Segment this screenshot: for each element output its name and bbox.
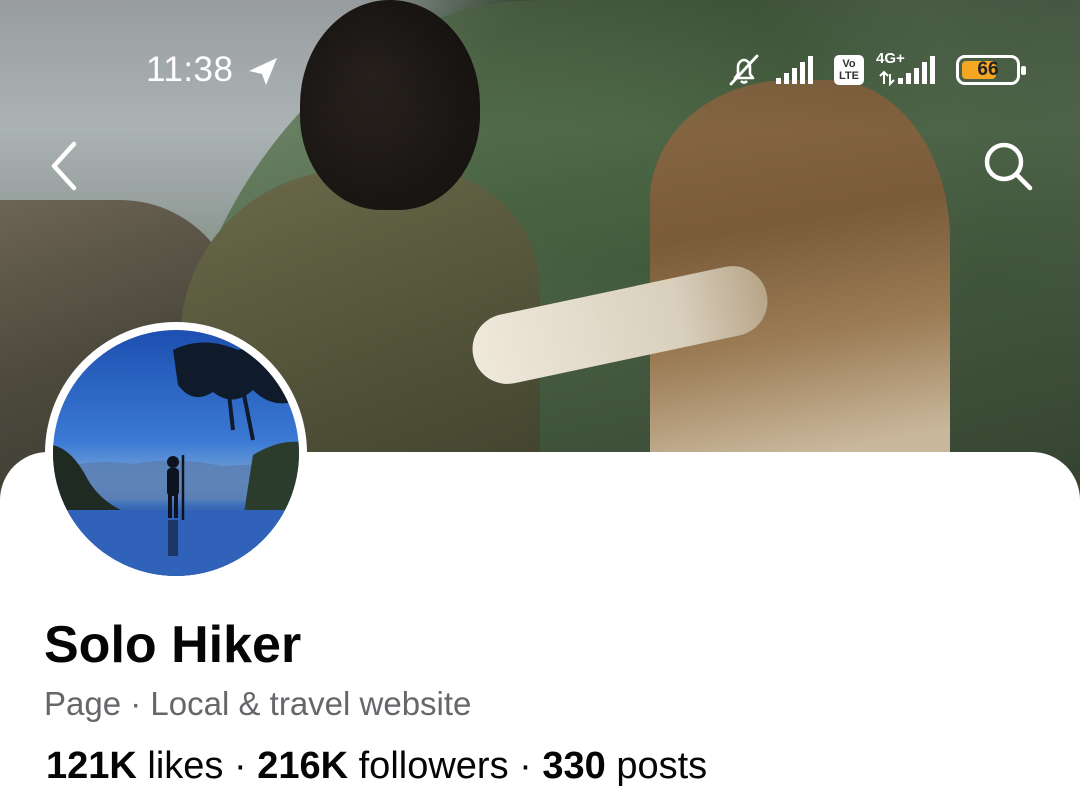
page-category: Page · Local & travel website (44, 685, 471, 723)
volte-top-label: Vo (842, 58, 856, 70)
avatar-scene (53, 342, 299, 576)
posts-count: 330 (542, 745, 606, 787)
likes-label: likes (147, 745, 224, 787)
signal-bars-icon (879, 56, 935, 87)
status-icons: Vo LTE 4G+ 66 (726, 48, 1026, 92)
likes-count: 121K (46, 745, 137, 787)
search-icon[interactable] (980, 138, 1036, 194)
category-label[interactable]: Local & travel website (150, 685, 471, 722)
status-time: 11:38 (146, 50, 234, 89)
network-indicator: 4G+ (876, 50, 944, 88)
stat-separator: · (234, 745, 247, 787)
volte-bottom-label: LTE (839, 70, 859, 82)
posts-label: posts (616, 745, 708, 787)
followers-label: followers (358, 745, 509, 787)
signal-bars-icon (776, 56, 813, 84)
page-stats: 121K likes · 216K followers · 330 posts (46, 745, 707, 788)
stat-separator: · (519, 745, 532, 787)
bell-off-icon (729, 54, 759, 86)
battery-level: 66 (977, 59, 999, 80)
followers-count: 216K (257, 745, 349, 787)
battery-icon: 66 (956, 55, 1026, 85)
volte-badge: Vo LTE (834, 55, 864, 85)
chevron-left-icon[interactable] (44, 138, 88, 194)
followers-stat[interactable]: 216K followers (257, 745, 508, 787)
posts-stat[interactable]: 330 posts (542, 745, 707, 787)
profile-avatar[interactable] (45, 322, 307, 584)
meta-separator: · (130, 685, 142, 722)
navigation-arrow-icon (249, 58, 277, 85)
page-type: Page (44, 685, 122, 722)
avatar-image (53, 330, 299, 576)
likes-stat[interactable]: 121K likes (46, 745, 223, 787)
page-title: Solo Hiker (44, 616, 302, 674)
